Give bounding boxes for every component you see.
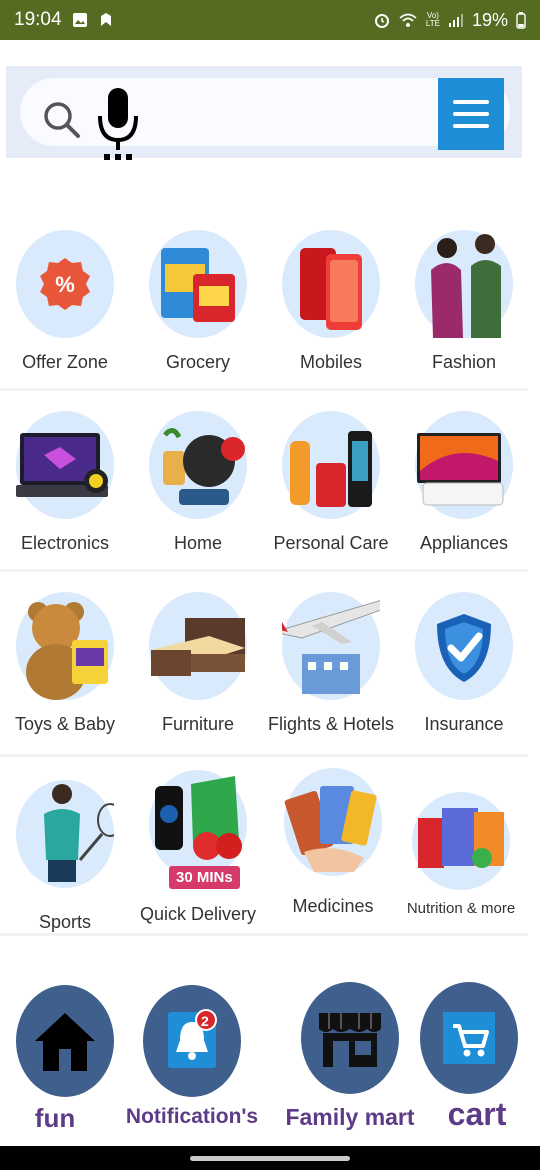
delivery-time-badge: 30 MINs (169, 866, 240, 889)
bottom-nav-family-mart[interactable]: Family mart (280, 982, 420, 1131)
category-toys-baby[interactable]: Toys & Baby (2, 592, 128, 735)
category-label: Offer Zone (22, 352, 108, 372)
row-divider (0, 388, 528, 391)
teddy-bear-icon (16, 592, 114, 700)
bottom-nav-label: Family mart (285, 1104, 415, 1130)
laptop-icon (16, 411, 114, 519)
grocery-icon (149, 230, 247, 338)
category-label: Mobiles (299, 352, 363, 372)
home-goods-icon (149, 411, 247, 519)
hamburger-line (453, 112, 489, 116)
microphone-icon[interactable] (96, 86, 140, 162)
bottom-nav-label: fun (34, 1103, 76, 1133)
search-input[interactable] (20, 78, 510, 146)
bottom-nav-label: Notification's (125, 1105, 259, 1128)
category-label: Flights & Hotels (267, 714, 395, 734)
bed-icon (149, 592, 247, 700)
category-fashion[interactable]: Fashion (401, 230, 527, 373)
category-label: Nutrition & more (406, 900, 516, 917)
bell-icon: 2 (143, 985, 241, 1097)
wifi-icon (399, 13, 417, 27)
status-bar: 19:04 Vo) LTE 19% (0, 0, 540, 40)
nutrition-icon (412, 792, 510, 890)
category-grocery[interactable]: Grocery (135, 230, 261, 373)
battery-percent: 19% (471, 9, 508, 30)
category-mobiles[interactable]: Mobiles (268, 230, 394, 373)
category-label: Appliances (419, 533, 509, 553)
category-offer-zone[interactable]: % Offer Zone (2, 230, 128, 373)
category-label: Personal Care (273, 533, 389, 553)
notification-count: 2 (201, 1013, 209, 1029)
badminton-player-icon (16, 780, 123, 888)
category-insurance[interactable]: Insurance (401, 592, 527, 735)
bottom-nav-fun[interactable]: fun (16, 985, 114, 1134)
volte-indicator: Vo) LTE (425, 11, 440, 28)
category-sports[interactable]: Sports (2, 780, 128, 933)
gallery-icon (72, 13, 87, 27)
snacks-icon: 30 MINs (149, 770, 247, 889)
notification-app-icon (100, 13, 111, 26)
signal-icon (448, 14, 463, 27)
hamburger-line (453, 124, 489, 128)
category-label: Medicines (292, 896, 374, 916)
search-icon[interactable] (40, 98, 82, 140)
airplane-icon (272, 592, 394, 700)
tv-ac-icon (415, 411, 513, 519)
category-label: Electronics (20, 533, 110, 553)
row-divider (0, 569, 528, 572)
hamburger-line (453, 100, 489, 104)
category-label: Insurance (424, 714, 504, 734)
percent-badge-icon: % (16, 230, 114, 338)
category-home[interactable]: Home (135, 411, 261, 554)
menu-button[interactable] (438, 78, 504, 150)
shop-icon (301, 982, 399, 1094)
pills-icon (284, 768, 382, 876)
category-personal-care[interactable]: Personal Care (268, 411, 394, 554)
bottom-nav-label: cart (447, 1096, 507, 1132)
bottom-nav-notifications[interactable]: 2 Notification's (122, 985, 262, 1129)
category-label: Sports (38, 912, 92, 932)
status-time: 19:04 (14, 9, 62, 30)
category-label: Quick Delivery (139, 904, 257, 924)
row-divider (0, 754, 528, 757)
category-furniture[interactable]: Furniture (135, 592, 261, 735)
fashion-models-icon (415, 230, 513, 338)
battery-icon (516, 11, 526, 29)
house-icon (16, 985, 114, 1097)
row-divider (0, 933, 528, 936)
category-label: Home (173, 533, 222, 553)
category-label: Toys & Baby (14, 714, 116, 734)
bottom-nav-cart[interactable]: cart (414, 982, 524, 1133)
category-label: Fashion (431, 352, 497, 372)
personal-care-icon (282, 411, 380, 519)
category-appliances[interactable]: Appliances (401, 411, 527, 554)
category-label: Grocery (165, 352, 230, 372)
phones-icon (282, 230, 380, 338)
alarm-icon (374, 14, 389, 28)
cart-icon (420, 982, 518, 1094)
category-quick-delivery[interactable]: 30 MINs Quick Delivery (135, 770, 261, 925)
svg-text:%: % (55, 272, 75, 297)
category-flights-hotels[interactable]: Flights & Hotels (268, 592, 394, 735)
category-electronics[interactable]: Electronics (2, 411, 128, 554)
category-label: Furniture (161, 714, 235, 734)
shield-check-icon (415, 592, 513, 700)
home-gesture-handle[interactable] (190, 1156, 350, 1161)
category-nutrition-more[interactable]: Nutrition & more (398, 792, 524, 917)
category-medicines[interactable]: Medicines (270, 768, 396, 917)
